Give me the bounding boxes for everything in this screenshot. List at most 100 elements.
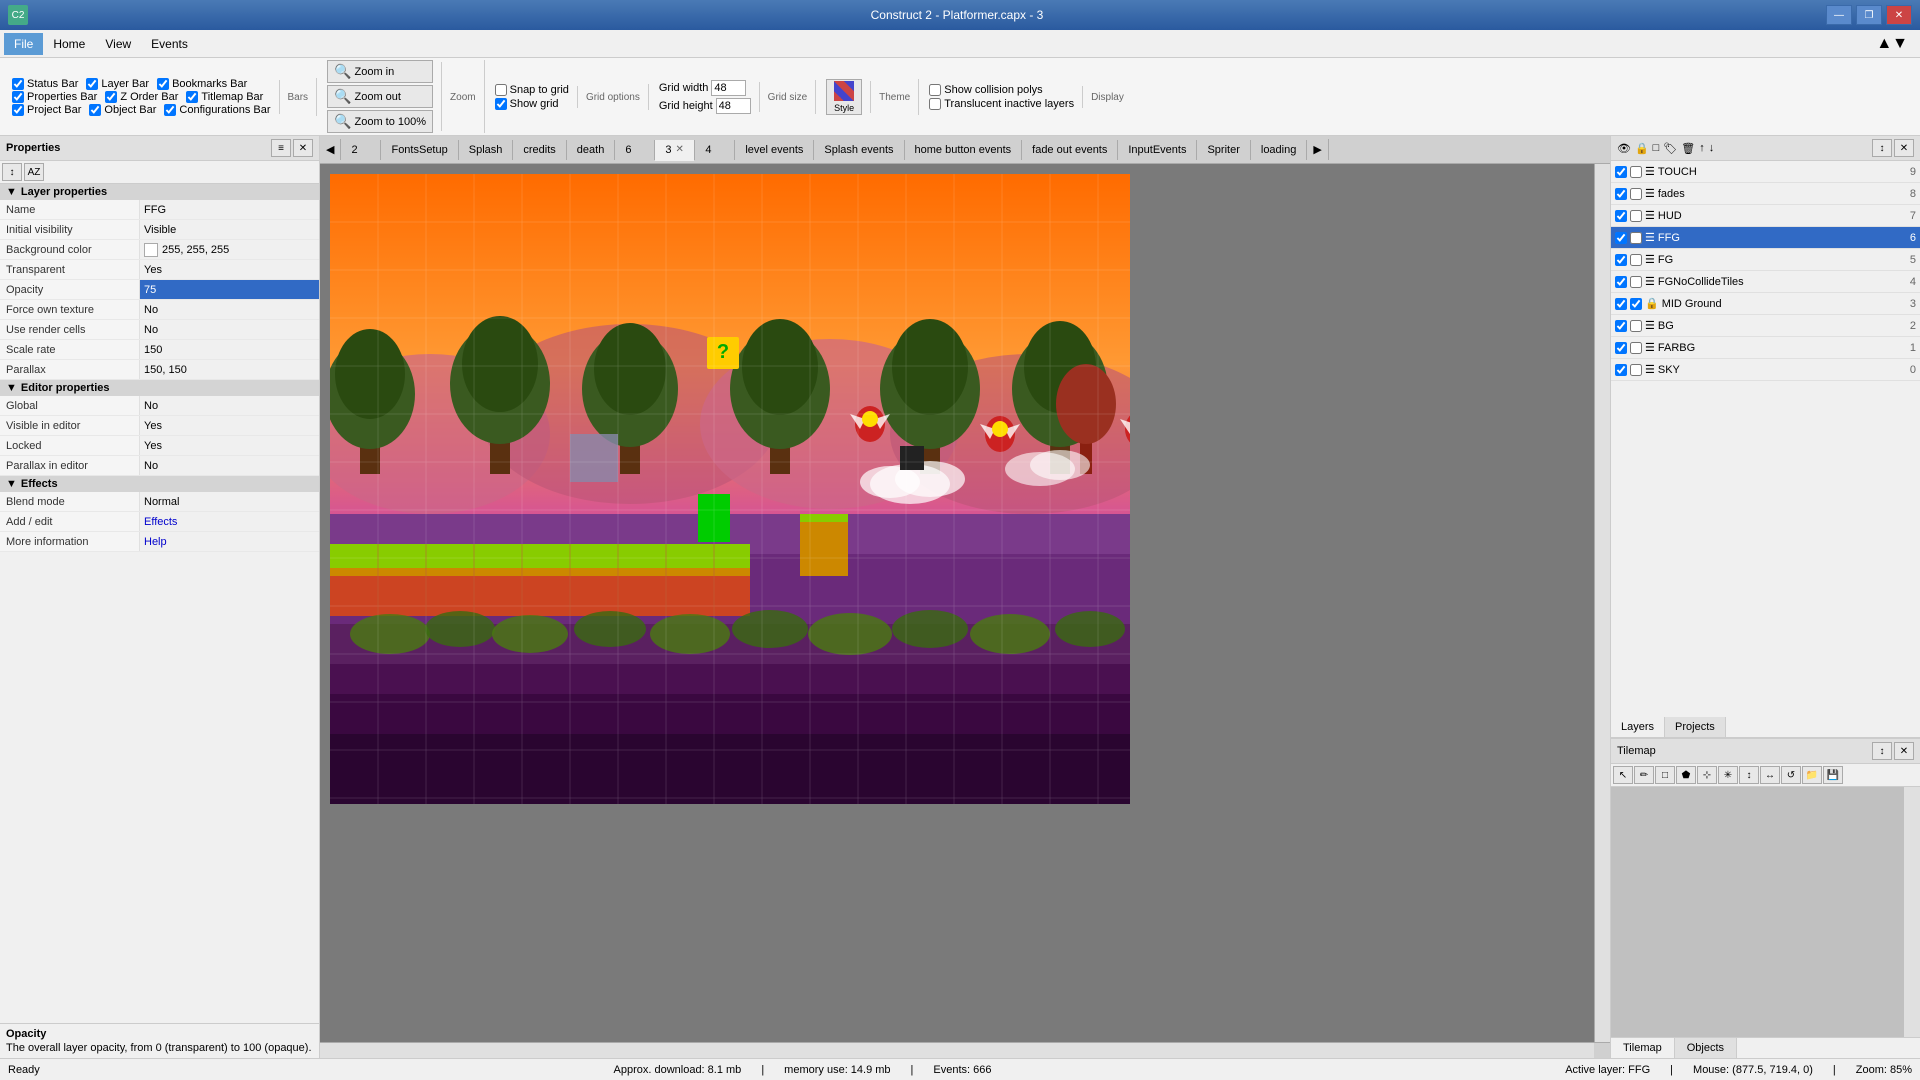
object-bar-cb[interactable]: Object Bar [89,104,156,116]
layer-row-touch[interactable]: ☰ TOUCH 9 [1611,161,1920,183]
tab-home-button-events[interactable]: home button events [905,140,1023,160]
tab-3[interactable]: 3 ✕ [655,140,695,161]
tab-loading[interactable]: loading [1251,140,1307,160]
editor-props-section[interactable]: ▼ Editor properties [0,380,319,396]
zoom-out-button[interactable]: 🔍 Zoom out [327,85,433,108]
show-grid-cb[interactable]: Show grid [495,98,569,110]
tab-scroll-right[interactable]: ▶ [1307,139,1328,160]
tab-4[interactable]: 4 [695,140,735,160]
titlemap-bar-cb[interactable]: Titlemap Bar [186,91,263,103]
prop-row-add-edit: Add / edit Effects [0,512,319,532]
props-tool1[interactable]: ↕ [2,163,22,181]
layers-expand-btn[interactable]: ↕ [1872,139,1892,157]
layers-section: 👁 🔒 □ 🏷 🗑 ↑ ↓ ↕ ✕ ☰ [1611,136,1920,738]
tab-3-close[interactable]: ✕ [675,144,683,155]
tilemap-tool2-btn[interactable]: ↔ [1760,766,1780,784]
grid-width-input[interactable] [711,80,746,96]
z-order-bar-cb[interactable]: Z Order Bar [105,91,178,103]
show-collision-cb[interactable]: Show collision polys [929,84,1074,96]
tilemap-select2-btn[interactable]: ⊹ [1697,766,1717,784]
tab-spriter[interactable]: Spriter [1197,140,1250,160]
tab-scroll-left[interactable]: ◀ [320,139,341,160]
tilemap-redo-btn[interactable]: ↺ [1781,766,1801,784]
minimize-button[interactable]: — [1826,5,1852,25]
tab-credits[interactable]: credits [513,140,566,160]
tab-splash[interactable]: Splash [459,140,514,160]
layer-props-section[interactable]: ▼ Layer properties [0,184,319,200]
layer-row-sky[interactable]: ☰ SKY 0 [1611,359,1920,381]
props-close-btn[interactable]: ✕ [293,139,313,157]
tilemap-rect-btn[interactable]: □ [1655,766,1675,784]
layer-row-hud[interactable]: ☰ HUD 7 [1611,205,1920,227]
menu-view[interactable]: View [95,33,141,55]
close-button[interactable]: ✕ [1886,5,1912,25]
scroll-up-btn[interactable]: ▲ [1876,35,1892,53]
canvas-viewport[interactable]: ? [320,164,1594,1042]
menu-file[interactable]: File [4,33,43,55]
props-tool2[interactable]: AZ [24,163,44,181]
tilemap-toolbar: ↖ ✏ □ ⬟ ⊹ ✳ ↕ ↔ ↺ 📁 💾 [1611,764,1920,787]
style-button[interactable]: Style [826,79,862,115]
tab-splash-events[interactable]: Splash events [814,140,904,160]
window-controls[interactable]: — ❐ ✕ [1826,5,1912,25]
layers-tab-layers[interactable]: Layers [1611,717,1665,737]
layer-row-bg[interactable]: ☰ BG 2 [1611,315,1920,337]
properties-bar-cb[interactable]: Properties Bar [12,91,97,103]
layer-row-fg[interactable]: ☰ FG 5 [1611,249,1920,271]
effects-section[interactable]: ▼ Effects [0,476,319,492]
opacity-value[interactable]: 75 [140,280,319,299]
effects-link[interactable]: Effects [140,512,319,531]
snap-to-grid-cb[interactable]: Snap to grid [495,84,569,96]
tilemap-star-btn[interactable]: ✳ [1718,766,1738,784]
tab-level-events[interactable]: level events [735,140,814,160]
tab-death[interactable]: death [567,140,616,160]
project-bar-cb[interactable]: Project Bar [12,104,81,116]
tilemap-select-btn[interactable]: ↖ [1613,766,1633,784]
tilemap-tab-objects[interactable]: Objects [1675,1038,1737,1058]
status-bar-cb[interactable]: Status Bar [12,78,78,90]
layers-lock-icon: 🔒 [1635,142,1649,155]
tab-fontssetup[interactable]: FontsSetup [381,140,458,160]
configurations-bar-cb[interactable]: Configurations Bar [164,104,270,116]
toolbar: Status Bar Layer Bar Bookmarks Bar Prope… [0,58,1920,136]
canvas-horizontal-scrollbar[interactable] [320,1043,1594,1058]
layers-close-btn[interactable]: ✕ [1894,139,1914,157]
props-sort-btn[interactable]: ≡ [271,139,291,157]
tilemap-expand-btn[interactable]: ↕ [1872,742,1892,760]
tilemap-folder-btn[interactable]: 📁 [1802,766,1822,784]
layers-up-icon[interactable]: ↑ [1699,142,1705,154]
translucent-inactive-cb[interactable]: Translucent inactive layers [929,98,1074,110]
layer-row-farbg[interactable]: ☰ FARBG 1 [1611,337,1920,359]
tilemap-save-btn[interactable]: 💾 [1823,766,1843,784]
tilemap-pencil-btn[interactable]: ✏ [1634,766,1654,784]
layers-tab-projects[interactable]: Projects [1665,717,1726,737]
tab-6[interactable]: 6 [615,140,655,160]
help-link[interactable]: Help [140,532,319,551]
layer-row-midground[interactable]: 🔒 MID Ground 3 [1611,293,1920,315]
menu-home[interactable]: Home [43,33,95,55]
canvas-vertical-scrollbar[interactable] [1594,164,1610,1042]
zoom-100-button[interactable]: 🔍 Zoom to 100% [327,110,433,133]
layer-row-ffg[interactable]: ☰ FFG 6 [1611,227,1920,249]
bookmarks-bar-cb[interactable]: Bookmarks Bar [157,78,247,90]
tilemap-tool1-btn[interactable]: ↕ [1739,766,1759,784]
layers-down-icon[interactable]: ↓ [1709,142,1715,154]
maximize-button[interactable]: ❐ [1856,5,1882,25]
layer-row-fades[interactable]: ☰ fades 8 [1611,183,1920,205]
status-download: Approx. download: 8.1 mb [614,1064,742,1076]
tilemap-fill-btn[interactable]: ⬟ [1676,766,1696,784]
grid-height-input[interactable] [716,98,751,114]
tab-inputevents[interactable]: InputEvents [1118,140,1197,160]
layer-row-fgnocollide[interactable]: ☰ FGNoCollideTiles 4 [1611,271,1920,293]
tilemap-tab-tilemap[interactable]: Tilemap [1611,1038,1675,1058]
bgcolor-swatch[interactable] [144,243,158,257]
layer-bar-cb[interactable]: Layer Bar [86,78,149,90]
tab-2[interactable]: 2 [341,140,381,160]
menu-events[interactable]: Events [141,33,198,55]
tilemap-close-btn[interactable]: ✕ [1894,742,1914,760]
layers-trash-icon[interactable]: 🗑 [1681,142,1695,155]
zoom-in-button[interactable]: 🔍 Zoom in [327,60,433,83]
tab-fade-out-events[interactable]: fade out events [1022,140,1118,160]
scroll-down-btn[interactable]: ▼ [1892,35,1908,53]
tilemap-vscroll[interactable] [1904,787,1920,1037]
